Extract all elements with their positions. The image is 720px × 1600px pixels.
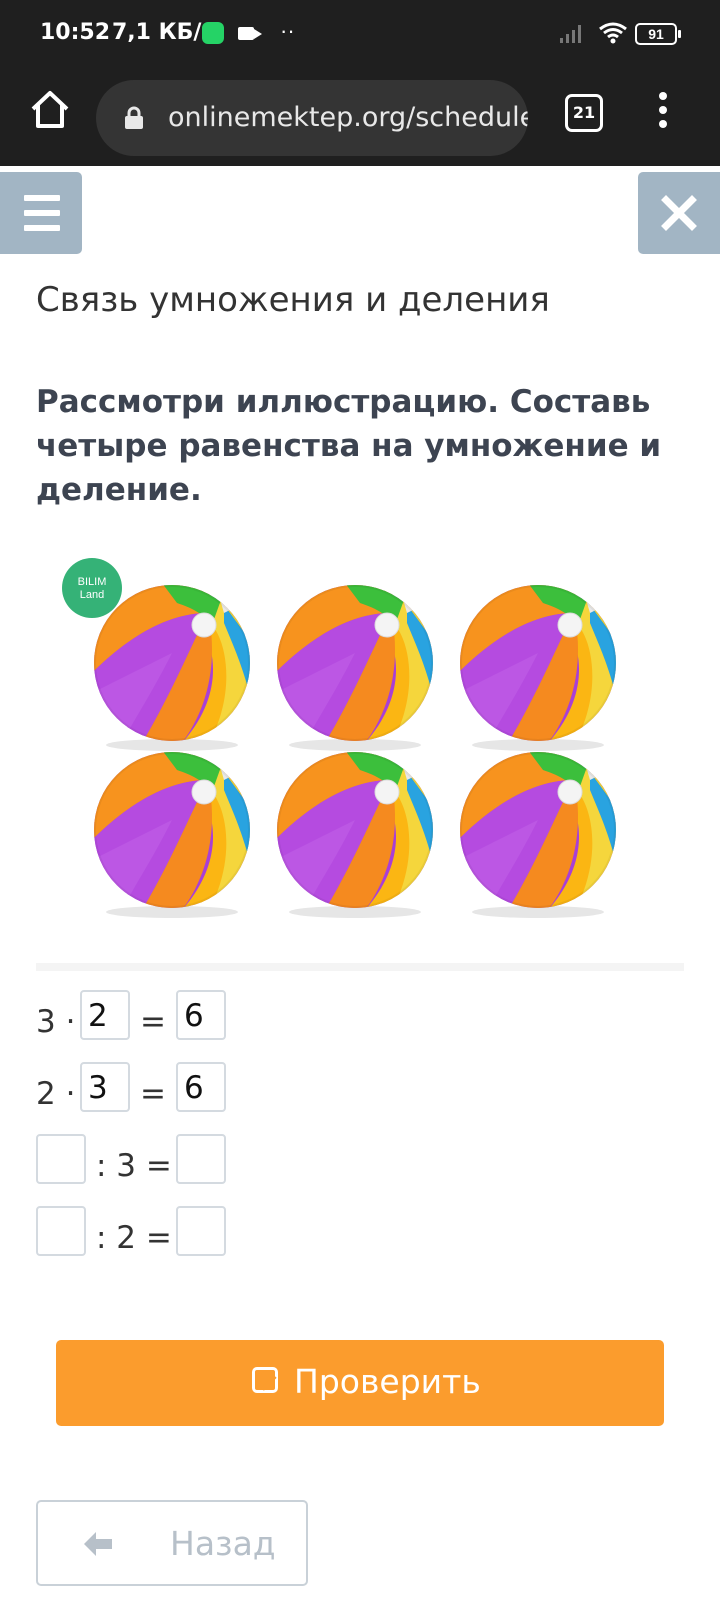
check-button[interactable]: Проверить bbox=[56, 1340, 664, 1426]
equation-3-input-2[interactable] bbox=[176, 1134, 226, 1184]
equation-2-input-2[interactable]: 6 bbox=[176, 1062, 226, 1112]
equation-row-2: 2 · 3 = 6 bbox=[0, 1062, 720, 1118]
back-button-label: Назад bbox=[170, 1524, 276, 1563]
video-camera-icon bbox=[238, 27, 262, 40]
bilimland-logo-text-2: Land bbox=[79, 589, 105, 601]
equation-1-prefix: 3 · bbox=[36, 1004, 76, 1040]
check-button-label: Проверить bbox=[294, 1362, 481, 1401]
equation-1-equals: = bbox=[140, 1004, 166, 1040]
status-time: 10:52 bbox=[40, 20, 111, 45]
address-bar[interactable]: onlinemektep.org/schedule bbox=[96, 80, 528, 156]
arrow-left-icon bbox=[84, 1532, 112, 1556]
equation-4-operator: : 2 = bbox=[96, 1220, 172, 1256]
back-button[interactable]: Назад bbox=[36, 1500, 308, 1586]
hamburger-menu-button[interactable] bbox=[0, 172, 82, 254]
equation-1-input-2[interactable]: 6 bbox=[176, 990, 226, 1040]
battery-icon: 91 bbox=[635, 23, 681, 45]
equation-2-equals: = bbox=[140, 1076, 166, 1112]
equation-2-prefix: 2 · bbox=[36, 1076, 76, 1112]
equation-row-4: : 2 = bbox=[0, 1206, 720, 1262]
whatsapp-icon bbox=[202, 22, 224, 44]
bilimland-logo-text-1: BILIM bbox=[77, 576, 107, 588]
close-icon bbox=[661, 195, 697, 231]
equation-1-input-1[interactable]: 2 bbox=[80, 990, 130, 1040]
beach-balls-illustration bbox=[60, 555, 660, 935]
close-button[interactable] bbox=[638, 172, 720, 254]
home-icon[interactable] bbox=[28, 88, 72, 132]
url-text: onlinemektep.org/schedule bbox=[168, 102, 528, 133]
equation-row-3: : 3 = bbox=[0, 1134, 720, 1190]
checkbox-check-icon bbox=[252, 1367, 278, 1393]
bilimland-logo: BILIM Land bbox=[62, 558, 122, 618]
equation-row-1: 3 · 2 = 6 bbox=[0, 990, 720, 1046]
signal-icon bbox=[560, 25, 581, 43]
browser-menu-icon[interactable] bbox=[656, 92, 670, 132]
page-title: Связь умножения и деления bbox=[36, 280, 550, 320]
equation-4-input-1[interactable] bbox=[36, 1206, 86, 1256]
equation-3-operator: : 3 = bbox=[96, 1148, 172, 1184]
task-instruction: Рассмотри иллюстрацию. Составь четыре ра… bbox=[36, 384, 662, 508]
wifi-icon bbox=[599, 22, 627, 44]
lock-icon bbox=[125, 106, 143, 129]
status-bar: 10:52 7,1 КБ/с ·· 91 bbox=[0, 0, 720, 70]
browser-toolbar: onlinemektep.org/schedule 21 bbox=[0, 70, 720, 166]
more-notifications-icon: ·· bbox=[280, 18, 295, 43]
equation-3-input-1[interactable] bbox=[36, 1134, 86, 1184]
tab-switcher-button[interactable]: 21 bbox=[565, 94, 603, 132]
divider bbox=[36, 963, 684, 971]
equation-2-input-1[interactable]: 3 bbox=[80, 1062, 130, 1112]
equation-4-input-2[interactable] bbox=[176, 1206, 226, 1256]
network-speed: 7,1 КБ/с bbox=[112, 20, 215, 45]
